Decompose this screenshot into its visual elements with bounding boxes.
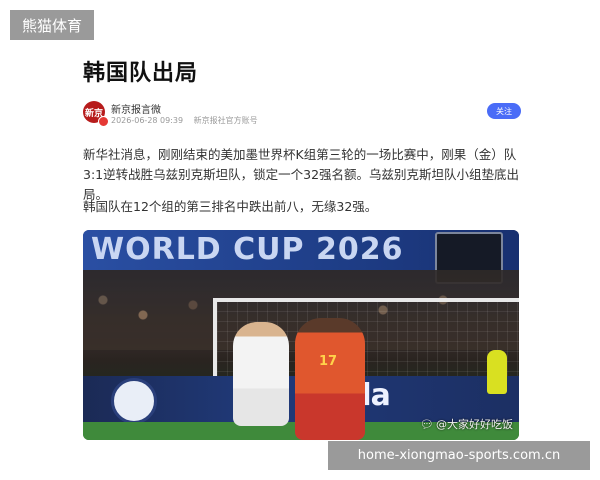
publish-time: 2026-06-28 09:39 [111, 116, 184, 125]
photo-credit-text: @大家好好吃饭 [436, 418, 513, 431]
player-uzbekistan [233, 322, 289, 426]
match-photo[interactable]: WORLD CUP 2026 torola 17 💬︎@大家好好吃饭 [83, 230, 519, 440]
article-paragraph: 韩国队在12个组的第三排名中跌出前八，无缘32强。 [83, 199, 378, 214]
player-congo [295, 318, 365, 440]
ball-logo-icon [111, 378, 157, 424]
photo-credit: 💬︎ @大家好好吃饭 [420, 416, 513, 432]
article-paragraph: 新华社消息，刚刚结束的美加墨世界杯K组第三轮的一场比赛中，刚果（金）队3:1逆转… [83, 147, 520, 202]
follow-button[interactable]: 关注 [487, 103, 521, 119]
author-meta: 2026-06-28 09:39 新京报社官方账号 [111, 115, 258, 126]
footer-domain-tag: home-xiongmao-sports.com.cn [328, 441, 590, 470]
chat-bubble-icon: 💬︎ [420, 418, 434, 431]
verified-badge-icon [98, 116, 109, 127]
steward-figure [487, 350, 507, 394]
author-name[interactable]: 新京报言微 [111, 101, 161, 116]
banner-text: WORLD CUP 2026 [91, 232, 404, 267]
article-title: 韩国队出局 [83, 61, 199, 86]
author-row: 新京 新京报言微 2026-06-28 09:39 新京报社官方账号 关注 [83, 101, 521, 129]
account-description: 新京报社官方账号 [193, 116, 258, 125]
player-number: 17 [319, 354, 338, 369]
site-tag: 熊猫体育 [10, 10, 94, 40]
